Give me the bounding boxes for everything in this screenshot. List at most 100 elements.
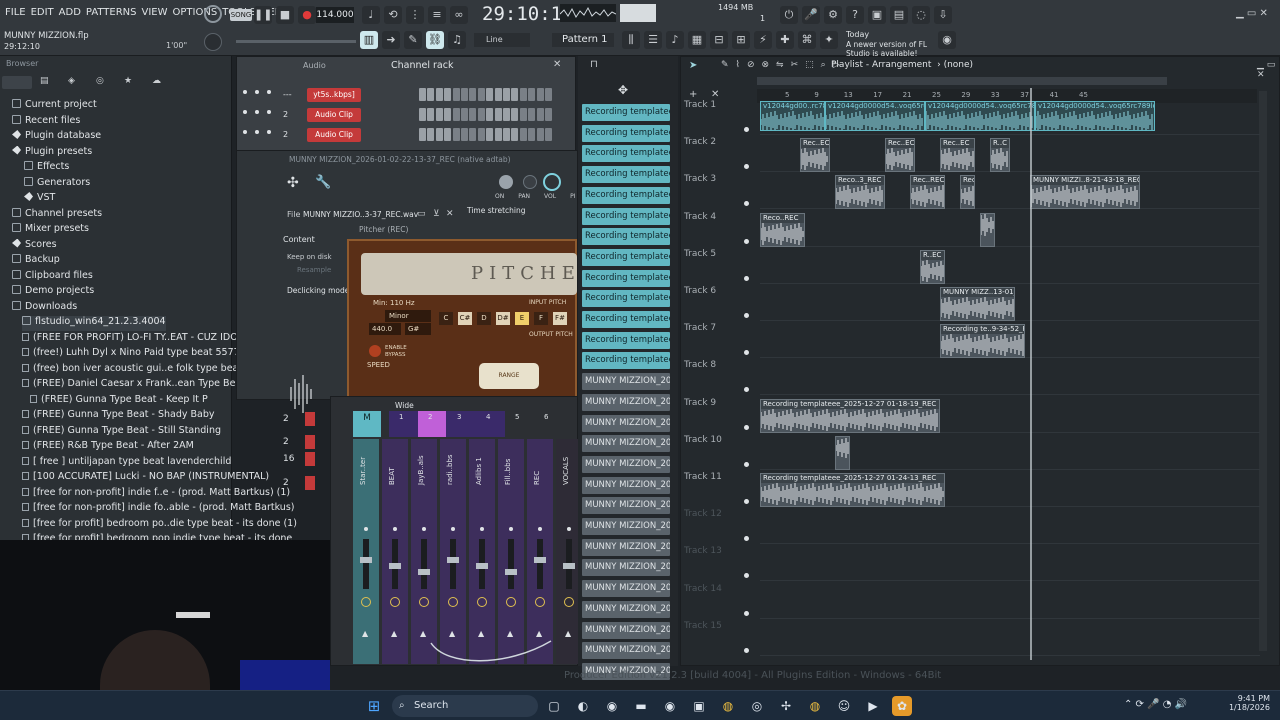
plugin-icon[interactable]: ⚙ (824, 6, 842, 24)
audio-clip[interactable] (835, 435, 850, 470)
tempo-display[interactable]: 114.000 (316, 7, 354, 23)
route-arrow-icon[interactable]: ▲ (362, 629, 368, 638)
audio-clip[interactable]: R..C (990, 138, 1010, 173)
track-header[interactable]: Track 6 (684, 286, 752, 296)
power-icon[interactable]: ⏻ (780, 6, 798, 24)
picker-item[interactable]: Recording templateee_2.. (582, 248, 670, 266)
picker-item[interactable]: MUNNY MIZZION_2026-0.. (582, 559, 670, 577)
led-icon[interactable] (243, 130, 247, 134)
step-button[interactable] (503, 108, 510, 121)
audio-clip[interactable]: Rec..EC (885, 138, 915, 173)
step-button[interactable] (419, 88, 426, 101)
browser-item[interactable]: VST (24, 192, 55, 207)
mic-icon[interactable]: 🎤 (802, 6, 820, 24)
store-icon[interactable]: ▣ (689, 696, 709, 716)
pencil-icon[interactable]: ✎ (721, 60, 729, 70)
mixer-icon[interactable]: ⫼ (622, 31, 640, 49)
picker-item[interactable]: MUNNY MIZZION_2026-0.. (582, 621, 670, 639)
picker-item[interactable]: Recording templateee_2.. (582, 311, 670, 328)
step-button[interactable] (503, 128, 510, 141)
picker-item[interactable]: Recording templateee_2.. (582, 104, 670, 121)
mixer-strip[interactable]: radi..bbs ▲ (440, 439, 466, 664)
chrome-icon[interactable]: ◍ (805, 696, 825, 716)
song-mode-button[interactable]: SONG (230, 9, 252, 21)
mixer-strip[interactable]: REC ▲ (527, 439, 553, 664)
audio-clip[interactable]: Recording te..9-34-52_REC (940, 324, 1025, 359)
track-header[interactable]: Track 9 (684, 398, 752, 408)
audio-clip[interactable]: Rec..REC (910, 175, 945, 210)
piano-roll-icon[interactable]: ♪ (666, 31, 684, 49)
blend-icon[interactable]: ≡ (428, 6, 446, 24)
mixer-led[interactable] (422, 527, 426, 531)
menu-patterns[interactable]: PATTERNS (86, 7, 137, 18)
fader-handle[interactable] (534, 557, 546, 563)
scale-select[interactable]: Minor (385, 310, 431, 322)
track-header[interactable]: Track 2 (684, 137, 752, 147)
master-strip-header[interactable]: M (353, 411, 381, 437)
browser-item[interactable]: Clipboard files (12, 269, 93, 285)
audio-clip[interactable]: Recording templateee_2025-12-27 01-18-19… (760, 398, 940, 433)
note-c-sharp[interactable]: C# (458, 312, 472, 325)
plugin-picker-icon[interactable]: ⊞ (732, 31, 750, 49)
picker-item[interactable]: Recording templateee_2.. (582, 269, 670, 287)
pattern-select[interactable]: Pattern 1 (552, 33, 614, 47)
file-name[interactable]: MUNNY MIZZIO..3-37_REC.wav (303, 210, 418, 219)
copilot-icon[interactable]: ◐ (573, 696, 593, 716)
fl-icon[interactable]: ✿ (892, 696, 912, 716)
step-button[interactable] (444, 88, 452, 101)
picker-item[interactable]: Recording templateee_2.. (582, 207, 670, 225)
playlist-scrollbar[interactable] (757, 77, 1167, 85)
audio-clip[interactable]: Rec..EC (800, 138, 830, 173)
mixer-knob[interactable] (477, 597, 487, 607)
step-button[interactable] (427, 88, 435, 101)
picker-item[interactable]: Recording templateee_2.. (582, 145, 670, 163)
track-header[interactable]: Track 5 (684, 249, 752, 259)
marketplace-icon[interactable]: ✦ (820, 31, 838, 49)
picker-item[interactable]: MUNNY MIZZION_2026-0.. (582, 497, 670, 515)
route-arrow-icon[interactable]: ▲ (391, 629, 397, 638)
picker-item[interactable]: MUNNY MIZZION_2026-0.. (582, 538, 670, 556)
track-mute-led[interactable] (744, 499, 749, 504)
channel-filter[interactable]: Audio (303, 61, 326, 70)
chat-icon[interactable]: ◌ (912, 6, 930, 24)
fader-handle[interactable] (418, 569, 430, 575)
audio-clip[interactable]: R..EC (920, 249, 945, 284)
close-icon[interactable]: ✕ (553, 59, 561, 70)
playhead[interactable] (1030, 88, 1032, 660)
browser-item[interactable]: Plugin database (12, 130, 101, 145)
step-button[interactable] (427, 108, 435, 121)
track-header[interactable]: Track 12 (684, 509, 752, 519)
declick-mode[interactable]: Declicking mode (287, 286, 349, 295)
playlist-window-controls[interactable]: ▁ ▭ ✕ (1257, 60, 1279, 80)
tray-icons[interactable]: ⌃ ⟳ 🎤 ◔ 🔊 (1124, 699, 1187, 710)
led-icon[interactable] (267, 130, 271, 134)
step-button[interactable] (511, 128, 519, 141)
track-mute-led[interactable] (744, 313, 749, 318)
route-arrow-icon[interactable]: ▲ (565, 629, 571, 638)
picker-item[interactable]: MUNNY MIZZION_2026-0.. (582, 580, 670, 598)
browser-item[interactable]: Scores (12, 238, 57, 254)
mixer-fader[interactable] (363, 539, 369, 589)
picker-item[interactable]: Recording templateee_2.. (582, 290, 670, 308)
step-button[interactable] (519, 128, 527, 141)
search-box[interactable]: ⌕ Search (392, 695, 538, 717)
step-button[interactable] (486, 108, 494, 121)
add-icon[interactable]: + (689, 89, 697, 100)
render-icon[interactable]: ▤ (890, 6, 908, 24)
mixer-fader[interactable] (450, 539, 456, 589)
pan-knob[interactable] (523, 175, 537, 189)
browser-item[interactable]: flstudio_win64_21.2.3.4004 (22, 316, 166, 331)
mixer-fader[interactable] (421, 539, 427, 589)
arrow-icon[interactable]: ➜ (382, 31, 400, 49)
media-icon[interactable]: ▶ (863, 696, 883, 716)
menu-file[interactable]: FILE (5, 7, 26, 18)
audio-clip[interactable]: Rec.. (960, 175, 975, 210)
browser-item[interactable]: (FREE) R&B Type Beat - After 2AM (22, 440, 194, 455)
browser-item[interactable]: (free!) Luhh Dyl x Nino Paid type beat 5… (22, 347, 240, 362)
note-c[interactable]: C (439, 312, 453, 325)
track-header[interactable]: Track 1 (684, 100, 752, 110)
step-button[interactable] (419, 128, 426, 141)
mixer-mode[interactable]: Wide (395, 401, 414, 410)
fader-handle[interactable] (505, 569, 517, 575)
mixer-knob[interactable] (361, 597, 371, 607)
